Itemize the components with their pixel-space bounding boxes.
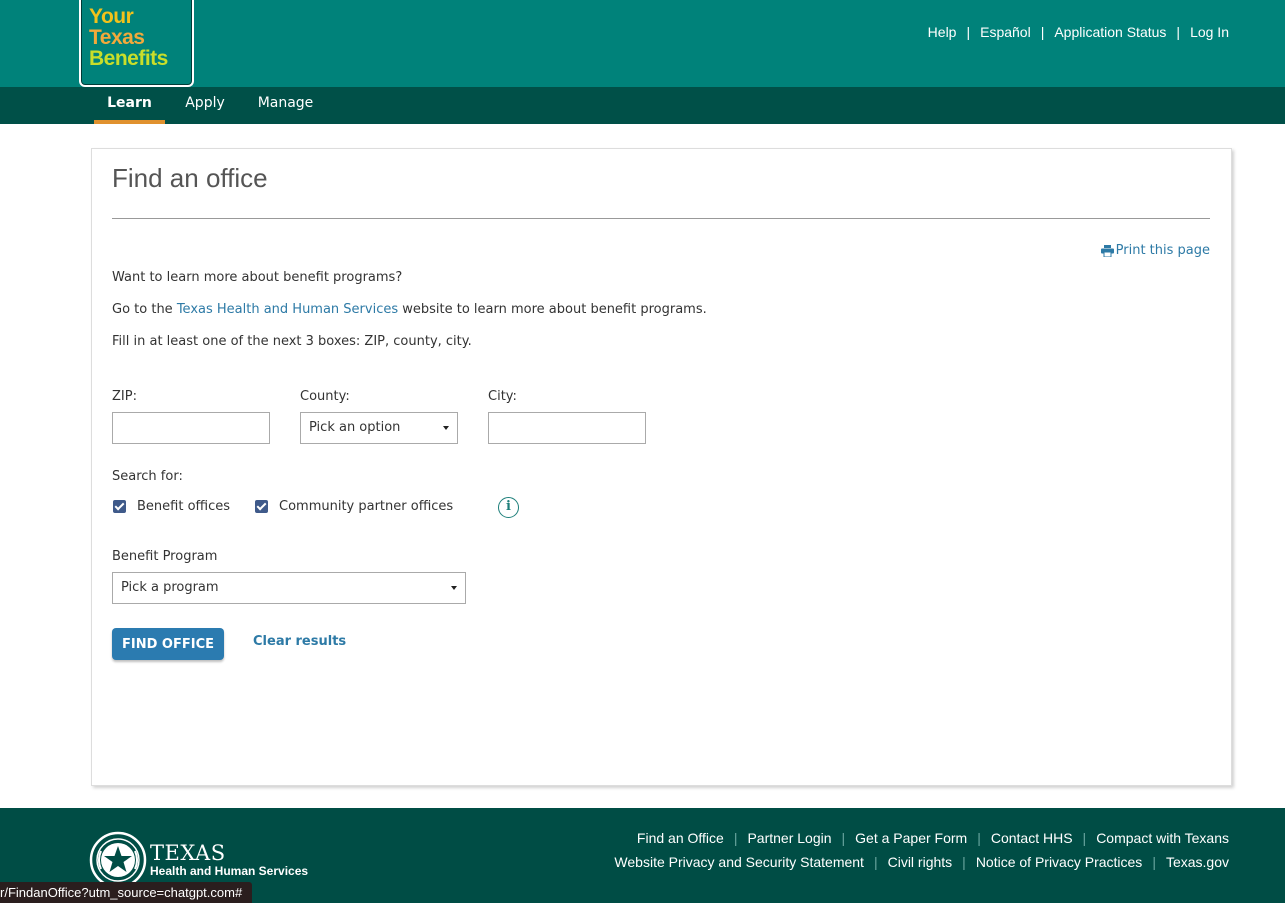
header-bar: Your Texas Benefits Help | Español | App… xyxy=(0,0,1285,87)
find-office-button[interactable]: FIND OFFICE xyxy=(112,628,224,660)
find-office-card: Find an office Print this page Want to l… xyxy=(91,148,1232,786)
footer-separator: | xyxy=(733,830,738,846)
tab-learn[interactable]: Learn xyxy=(94,87,165,124)
benefit-program-select[interactable]: Pick a program xyxy=(112,572,466,604)
checkmark-icon[interactable] xyxy=(255,500,268,513)
util-separator: | xyxy=(966,24,971,40)
texas-hhs-logo[interactable]: TEXAS Health and Human Services xyxy=(89,831,308,889)
benefit-program-label: Benefit Program xyxy=(112,549,218,564)
footer-links-row-2: Website Privacy and Security Statement |… xyxy=(614,854,1229,870)
county-selected-value: Pick an option xyxy=(309,420,401,435)
tab-apply[interactable]: Apply xyxy=(181,87,229,124)
footer-link-get-a-paper-form[interactable]: Get a Paper Form xyxy=(855,830,967,846)
community-partner-offices-label: Community partner offices xyxy=(279,499,454,514)
footer-link-contact-hhs[interactable]: Contact HHS xyxy=(991,830,1073,846)
intro-text: Want to learn more about benefit program… xyxy=(112,270,403,285)
hhs-wordmark-line-2: Health and Human Services xyxy=(150,864,309,878)
footer-separator: | xyxy=(1152,854,1156,870)
footer-link-find-an-office[interactable]: Find an Office xyxy=(637,830,724,846)
zip-label: ZIP: xyxy=(112,389,137,404)
help-link[interactable]: Help xyxy=(928,24,957,40)
instructions-text: Fill in at least one of the next 3 boxes… xyxy=(112,334,472,349)
logo-line-1: Your xyxy=(89,5,134,28)
footer-separator: | xyxy=(962,854,966,870)
info-icon[interactable]: i xyxy=(498,497,519,518)
browser-status-url: r/FindanOffice?utm_source=chatgpt.com# xyxy=(0,882,253,903)
benefit-program-selected-value: Pick a program xyxy=(121,580,219,595)
footer-links-row-1: Find an Office | Partner Login | Get a P… xyxy=(637,830,1229,846)
main-nav: Learn Apply Manage xyxy=(0,87,1285,124)
espanol-link[interactable]: Español xyxy=(980,24,1031,40)
hhs-wordmark-line-1: TEXAS xyxy=(150,841,226,865)
log-in-link[interactable]: Log In xyxy=(1190,24,1229,40)
utility-nav: Help | Español | Application Status | Lo… xyxy=(928,24,1229,40)
footer-link-texas-gov[interactable]: Texas.gov xyxy=(1166,854,1229,870)
benefit-offices-label: Benefit offices xyxy=(137,499,231,514)
footer-link-compact-with-texans[interactable]: Compact with Texans xyxy=(1096,830,1229,846)
city-label: City: xyxy=(488,389,517,404)
tab-manage[interactable]: Manage xyxy=(254,87,317,124)
dropdown-caret-icon xyxy=(443,426,449,430)
util-separator: | xyxy=(1040,24,1045,40)
footer-link-partner-login[interactable]: Partner Login xyxy=(747,830,831,846)
goto-text: Go to the Texas Health and Human Service… xyxy=(112,302,707,317)
application-status-link[interactable]: Application Status xyxy=(1054,24,1166,40)
print-page-link[interactable]: Print this page xyxy=(1100,243,1210,258)
benefit-offices-checkbox[interactable]: Benefit offices xyxy=(113,499,230,514)
footer-separator: | xyxy=(841,830,846,846)
footer-link-privacy-practices[interactable]: Notice of Privacy Practices xyxy=(976,854,1143,870)
footer-separator: | xyxy=(977,830,981,846)
footer-link-civil-rights[interactable]: Civil rights xyxy=(888,854,953,870)
city-input[interactable] xyxy=(488,412,646,444)
util-separator: | xyxy=(1176,24,1181,40)
goto-suffix: website to learn more about benefit prog… xyxy=(398,302,707,317)
your-texas-benefits-logo[interactable]: Your Texas Benefits xyxy=(79,0,194,87)
printer-icon xyxy=(1100,244,1114,257)
logo-line-3: Benefits xyxy=(89,47,168,70)
logo-line-2: Texas xyxy=(89,26,145,49)
community-partner-offices-checkbox[interactable]: Community partner offices xyxy=(255,499,453,514)
county-label: County: xyxy=(300,389,350,404)
footer-separator: | xyxy=(1082,830,1087,846)
footer-separator: | xyxy=(873,854,878,870)
footer-link-privacy-security[interactable]: Website Privacy and Security Statement xyxy=(614,854,864,870)
dropdown-caret-icon xyxy=(451,586,457,590)
texas-hhs-seal xyxy=(89,831,147,889)
search-for-label: Search for: xyxy=(112,469,183,484)
print-page-label: Print this page xyxy=(1115,243,1210,258)
hhs-wordmark: TEXAS Health and Human Services xyxy=(150,842,308,878)
texas-hhs-link[interactable]: Texas Health and Human Services xyxy=(177,302,398,317)
page-title: Find an office xyxy=(112,163,268,193)
county-select[interactable]: Pick an option xyxy=(300,412,458,444)
zip-input[interactable] xyxy=(112,412,270,444)
clear-results-link[interactable]: Clear results xyxy=(253,634,346,649)
title-divider xyxy=(112,218,1210,219)
checkmark-icon[interactable] xyxy=(113,500,126,513)
goto-prefix: Go to the xyxy=(112,302,177,317)
